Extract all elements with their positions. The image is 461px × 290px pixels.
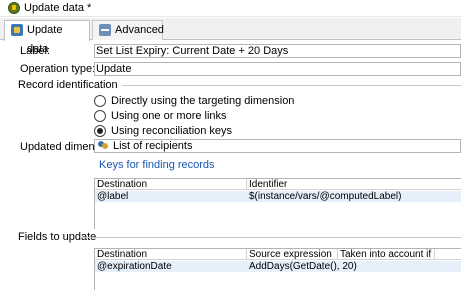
operation-type-select[interactable]: Update	[94, 62, 461, 76]
table-header: Destination Source expression Taken into…	[95, 249, 461, 260]
tab-bar: Update data Advanced	[0, 18, 461, 55]
table-row[interactable]: @label $(instance/vars/@computedLabel)	[95, 191, 461, 202]
column-header-destination[interactable]: Destination	[97, 249, 147, 260]
table-row[interactable]: @expirationDate AddDays(GetDate(), 20)	[95, 261, 461, 272]
radio-label: Directly using the targeting dimension	[111, 95, 295, 107]
section-divider	[122, 85, 461, 86]
tab-label: Advanced	[115, 24, 164, 36]
record-identification-title: Record identification	[18, 79, 118, 91]
keys-table: Destination Identifier @label $(instance…	[94, 178, 461, 229]
label-input[interactable]: Set List Expiry: Current Date + 20 Days	[94, 44, 461, 58]
cell-destination: @expirationDate	[97, 261, 172, 272]
cell-destination: @label	[97, 191, 129, 202]
operation-type-caption: Operation type:	[20, 63, 96, 75]
column-header-source-expression[interactable]: Source expression	[249, 249, 332, 260]
radio-label: Using reconciliation keys	[111, 125, 233, 137]
workflow-activity-icon	[8, 2, 20, 14]
advanced-icon	[99, 24, 111, 36]
label-caption: Label:	[20, 45, 50, 57]
update-data-icon	[11, 24, 23, 36]
updated-dimension-value: List of recipients	[113, 140, 193, 152]
cell-identifier: $(instance/vars/@computedLabel)	[249, 191, 402, 202]
fields-table: Destination Source expression Taken into…	[94, 248, 461, 290]
window-titlebar: Update data *	[0, 0, 461, 17]
tab-update-data[interactable]: Update data	[4, 20, 90, 55]
column-header-destination[interactable]: Destination	[97, 179, 147, 190]
table-header: Destination Identifier	[95, 179, 461, 190]
radio-button-checked[interactable]	[94, 125, 106, 137]
section-divider	[80, 237, 461, 238]
recipients-icon	[98, 141, 109, 151]
keys-for-finding-records-link[interactable]: Keys for finding records	[99, 159, 215, 171]
radio-button[interactable]	[94, 95, 106, 107]
cell-source-expression: AddDays(GetDate(), 20)	[249, 261, 357, 272]
window-title: Update data *	[24, 2, 92, 14]
radio-button[interactable]	[94, 110, 106, 122]
column-header-taken-into-account[interactable]: Taken into account if	[340, 249, 431, 260]
radio-label: Using one or more links	[111, 110, 227, 122]
updated-dimension-select[interactable]: List of recipients	[94, 139, 461, 153]
tab-advanced[interactable]: Advanced	[92, 20, 164, 40]
column-header-identifier[interactable]: Identifier	[249, 179, 287, 190]
